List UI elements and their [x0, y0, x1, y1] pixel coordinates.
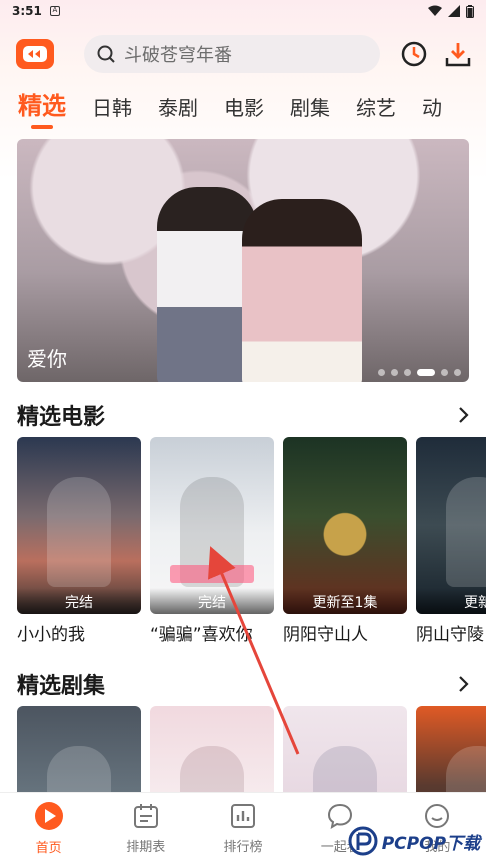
tab-movies[interactable]: 电影 — [224, 92, 264, 129]
nav-schedule[interactable]: 排期表 — [97, 793, 194, 864]
home-play-icon — [34, 802, 63, 830]
movie-poster: 完结 — [150, 437, 274, 614]
clock-history-icon[interactable] — [400, 40, 428, 68]
movie-card[interactable]: 完结 “骗骗”喜欢你 — [150, 437, 274, 645]
pagination-dot — [391, 369, 398, 376]
pagination-dot — [454, 369, 461, 376]
tab-variety[interactable]: 综艺 — [356, 92, 396, 129]
tab-thai-drama[interactable]: 泰剧 — [158, 92, 198, 129]
watermark: PCPOP下载 — [348, 826, 480, 856]
pagination-dot-active — [417, 369, 435, 376]
wifi-icon — [428, 5, 442, 16]
nav-label: 排期表 — [126, 840, 166, 855]
pagination-dot — [404, 369, 411, 376]
status-time: 3:51 — [12, 4, 42, 18]
search-input[interactable]: 斗破苍穹年番 — [84, 35, 380, 73]
movie-title: 阴阳守山人 — [283, 625, 368, 645]
status-bar: 3:51 A — [0, 0, 486, 22]
hero-banner[interactable]: 爱你 — [17, 139, 469, 382]
movie-card[interactable]: 完结 小小的我 — [17, 437, 141, 645]
battery-icon — [466, 4, 474, 18]
movie-title: 阴山守陵 — [416, 625, 484, 645]
tab-series[interactable]: 剧集 — [290, 92, 330, 129]
movie-title: “骗骗”喜欢你 — [150, 625, 253, 645]
section-header-series[interactable]: 精选剧集 — [17, 668, 470, 700]
nav-label: 首页 — [35, 841, 62, 856]
category-tabs: 精选 日韩 泰剧 电影 剧集 综艺 动 — [18, 86, 468, 129]
calendar-icon — [133, 804, 158, 828]
section-header-movies[interactable]: 精选电影 — [17, 399, 470, 431]
search-icon — [97, 45, 115, 63]
top-header: 斗破苍穹年番 — [16, 34, 472, 74]
pagination-dot — [441, 369, 448, 376]
movie-poster: 更新至1集 — [283, 437, 407, 614]
tab-featured[interactable]: 精选 — [18, 86, 66, 129]
status-badge: 更新至1集 — [283, 588, 407, 614]
banner-title: 爱你 — [27, 347, 67, 371]
status-app-icon: A — [49, 6, 60, 16]
status-badge: 更新 — [416, 588, 486, 614]
play-tv-logo-icon[interactable] — [16, 39, 54, 69]
section-title: 精选剧集 — [17, 674, 106, 699]
movie-row: 完结 小小的我 完结 “骗骗”喜欢你 更新至1集 阴阳守山人 更新 阴山守陵 — [17, 437, 486, 645]
tab-japan-korea[interactable]: 日韩 — [92, 92, 132, 129]
movie-card[interactable]: 更新 阴山守陵 — [416, 437, 486, 645]
signal-icon — [448, 5, 460, 17]
movie-card[interactable]: 更新至1集 阴阳守山人 — [283, 437, 407, 645]
ranking-chart-icon — [231, 804, 255, 828]
download-icon[interactable] — [444, 40, 472, 68]
nav-ranking[interactable]: 排行榜 — [194, 793, 291, 864]
pcpop-logo-icon — [348, 826, 378, 856]
watermark-text: PCPOP下载 — [381, 833, 480, 854]
search-placeholder: 斗破苍穹年番 — [124, 45, 232, 66]
nav-label: 排行榜 — [223, 840, 263, 855]
status-badge: 完结 — [17, 588, 141, 614]
pagination-dot — [378, 369, 385, 376]
chevron-right-icon[interactable] — [458, 675, 470, 693]
movie-poster: 完结 — [17, 437, 141, 614]
tab-anime[interactable]: 动 — [422, 92, 442, 129]
app-screen: 3:51 A 斗破苍穹年番 精选 日韩 泰剧 电影 剧集 综艺 动 爱你 精选电… — [0, 0, 486, 864]
movie-title: 小小的我 — [17, 625, 85, 645]
movie-poster: 更新 — [416, 437, 486, 614]
nav-home[interactable]: 首页 — [0, 793, 97, 864]
section-title: 精选电影 — [17, 405, 106, 430]
chevron-right-icon[interactable] — [458, 406, 470, 424]
banner-pagination — [378, 369, 461, 376]
status-badge: 完结 — [150, 588, 274, 614]
